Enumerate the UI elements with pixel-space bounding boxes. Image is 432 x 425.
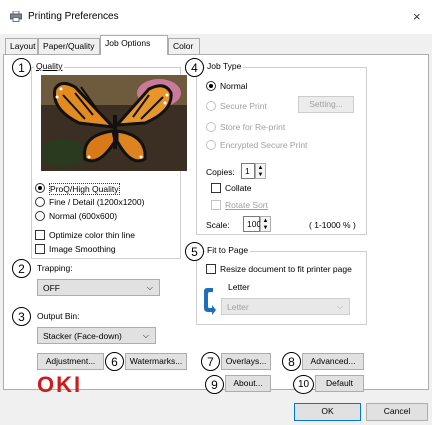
callout-7: 7 — [201, 352, 220, 371]
chevron-down-icon: ⌵ — [142, 331, 149, 340]
tab-layout[interactable]: Layout — [5, 38, 38, 54]
job-type-title: Job Type — [205, 61, 244, 71]
job-type-secure-label[interactable]: Secure Print — [220, 101, 267, 111]
quality-option-normal-radio[interactable] — [35, 211, 45, 221]
watermarks-button[interactable]: Watermarks... — [125, 353, 187, 370]
callout-5: 5 — [185, 242, 204, 261]
quality-option-fine-label[interactable]: Fine / Detail (1200x1200) — [49, 197, 144, 207]
job-type-store-radio[interactable] — [206, 122, 216, 132]
quality-option-proq-radio[interactable] — [35, 183, 45, 193]
trapping-label: Trapping: — [37, 263, 73, 273]
collate-label[interactable]: Collate — [225, 183, 251, 193]
about-button[interactable]: About... — [225, 375, 271, 392]
image-smoothing-checkbox[interactable] — [35, 244, 45, 254]
job-type-encrypted-radio[interactable] — [206, 140, 216, 150]
chevron-down-icon: ⌵ — [336, 302, 343, 311]
quality-option-fine-radio[interactable] — [35, 197, 45, 207]
quality-option-normal-label[interactable]: Normal (600x600) — [49, 211, 117, 221]
scale-stepper[interactable]: ▲ ▼ — [260, 216, 271, 232]
quality-preview-image — [41, 75, 187, 171]
job-type-normal-radio[interactable] — [206, 81, 216, 91]
resize-document-label[interactable]: Resize document to fit printer page — [220, 264, 352, 274]
overlays-button[interactable]: Overlays... — [221, 353, 271, 370]
callout-6: 6 — [105, 352, 124, 371]
advanced-button[interactable]: Advanced... — [302, 353, 364, 370]
collate-checkbox[interactable] — [211, 183, 221, 193]
scale-range-label: ( 1-1000 % ) — [309, 220, 356, 230]
chevron-down-icon: ⌵ — [146, 283, 153, 292]
callout-3: 3 — [12, 307, 31, 326]
output-bin-label: Output Bin: — [37, 311, 80, 321]
cancel-button[interactable]: Cancel — [366, 403, 428, 421]
callout-9: 9 — [205, 375, 224, 394]
title-bar: Printing Preferences × — [0, 0, 432, 32]
callout-2: 2 — [12, 259, 31, 278]
image-smoothing-label[interactable]: Image Smoothing — [49, 244, 116, 254]
copies-input[interactable]: 1 — [241, 163, 255, 179]
paper-size-label: Letter — [228, 282, 250, 292]
callout-10: 10 — [293, 375, 314, 394]
ok-button[interactable]: OK — [294, 403, 361, 421]
callout-8: 8 — [282, 352, 301, 371]
scale-input[interactable]: 100 — [243, 216, 261, 232]
job-type-secure-radio[interactable] — [206, 101, 216, 111]
output-bin-select[interactable]: Stacker (Face-down) ⌵ — [37, 327, 156, 344]
quality-option-proq-label[interactable]: ProQ/High Quality — [49, 183, 120, 195]
rotate-sort-label[interactable]: Rotate Sort — [225, 200, 268, 210]
callout-4: 4 — [185, 58, 204, 77]
optimize-thin-line-label[interactable]: Optimize color thin line — [49, 230, 135, 240]
tab-job-options[interactable]: Job Options — [100, 35, 168, 55]
adjustment-button[interactable]: Adjustment... — [37, 353, 104, 370]
window-title: Printing Preferences — [28, 11, 119, 22]
job-type-store-label[interactable]: Store for Re-print — [220, 122, 285, 132]
job-type-encrypted-label[interactable]: Encrypted Secure Print — [220, 140, 307, 150]
rotate-sort-checkbox[interactable] — [211, 200, 221, 210]
fit-paper-select[interactable]: Letter ⌵ — [221, 298, 350, 315]
callout-1: 1 — [12, 58, 31, 77]
fit-to-page-title: Fit to Page — [205, 245, 251, 255]
quality-title: Quality — [34, 61, 65, 71]
close-icon[interactable]: × — [413, 9, 421, 24]
scale-label: Scale: — [206, 220, 230, 230]
copies-stepper[interactable]: ▲ ▼ — [255, 163, 266, 179]
copies-label: Copies: — [206, 167, 235, 177]
default-button[interactable]: Default — [315, 375, 364, 392]
optimize-thin-line-checkbox[interactable] — [35, 230, 45, 240]
job-type-normal-label[interactable]: Normal — [220, 81, 247, 91]
tab-color[interactable]: Color — [168, 38, 200, 54]
setting-button[interactable]: Setting... — [298, 96, 354, 113]
trapping-select[interactable]: OFF ⌵ — [37, 279, 160, 296]
resize-document-checkbox[interactable] — [206, 264, 216, 274]
oki-logo: OKI — [37, 372, 83, 397]
tab-paper-quality[interactable]: Paper/Quality — [38, 38, 100, 54]
job-type-group — [196, 67, 367, 235]
printer-icon — [10, 11, 22, 22]
paper-orientation-icon — [204, 288, 216, 315]
